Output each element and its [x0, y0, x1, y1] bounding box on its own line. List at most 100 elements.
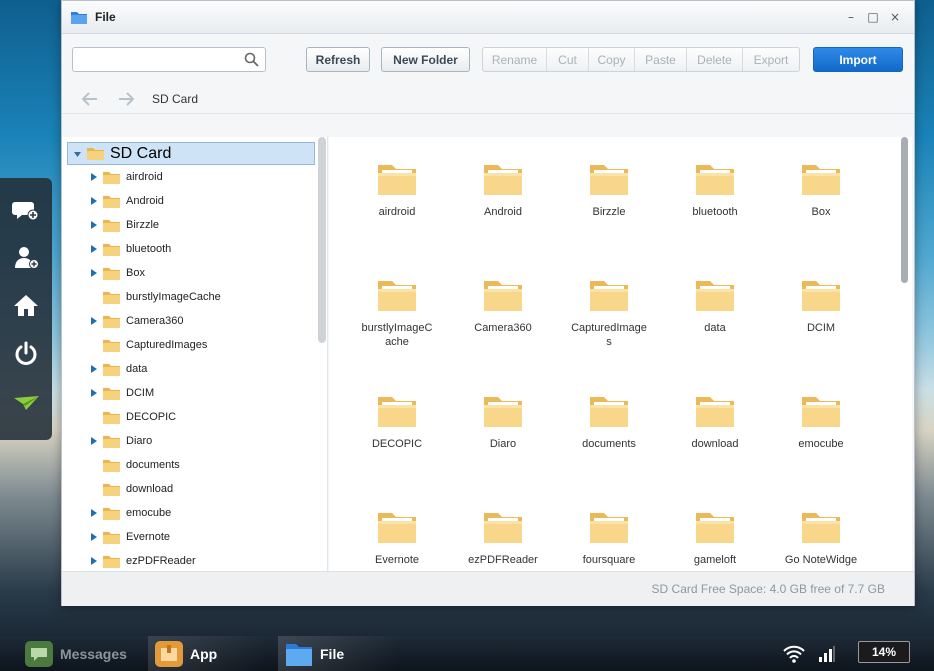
wifi-status[interactable]	[782, 636, 806, 671]
paper-plane-icon	[14, 396, 39, 410]
collapse-arrow-icon[interactable]	[72, 149, 82, 159]
folder-tile[interactable]: gameloft	[667, 505, 763, 571]
tree-item-label: Diaro	[126, 435, 153, 447]
folder-tile[interactable]: Diaro	[455, 389, 551, 499]
delete-button[interactable]: Delete	[687, 48, 743, 71]
tree-root-sd-card[interactable]: SD Card	[67, 142, 315, 165]
expand-arrow-icon[interactable]	[88, 556, 98, 566]
tree-item[interactable]: Box	[62, 261, 145, 285]
folder-tile[interactable]: Go NoteWidge	[773, 505, 869, 571]
home-button[interactable]	[6, 286, 46, 326]
search-icon[interactable]	[244, 52, 259, 67]
maximize-button[interactable]: □	[862, 10, 884, 24]
tree-item[interactable]: Diaro	[62, 429, 152, 453]
rename-button[interactable]: Rename	[483, 48, 547, 71]
close-button[interactable]: ×	[884, 10, 906, 24]
folder-icon	[590, 397, 628, 427]
tree-item[interactable]: CapturedImages	[62, 333, 207, 357]
expand-arrow-icon[interactable]	[88, 196, 98, 206]
airdroid-button[interactable]	[6, 382, 46, 422]
taskbar-messages[interactable]: Messages	[24, 636, 127, 671]
folder-tile[interactable]: download	[667, 389, 763, 499]
search-input[interactable]	[79, 47, 239, 70]
expand-arrow-icon[interactable]	[88, 220, 98, 230]
folder-icon	[103, 555, 120, 568]
battery-indicator[interactable]: 14%	[858, 641, 910, 663]
copy-button[interactable]: Copy	[589, 48, 635, 71]
folder-tile[interactable]: Camera360	[455, 273, 551, 383]
new-folder-button[interactable]: New Folder	[381, 47, 470, 72]
minimize-button[interactable]: –	[840, 10, 862, 24]
refresh-button[interactable]: Refresh	[306, 47, 370, 72]
grid-scrollbar[interactable]	[901, 137, 908, 283]
folder-tile[interactable]: data	[667, 273, 763, 383]
expand-arrow-icon[interactable]	[88, 508, 98, 518]
folder-label: burstlyImageCache	[361, 322, 433, 348]
folder-tile[interactable]: emocube	[773, 389, 869, 499]
expand-arrow-icon[interactable]	[88, 316, 98, 326]
folder-tile[interactable]: Box	[773, 157, 869, 267]
folder-label: Birzzle	[592, 206, 626, 218]
cut-button[interactable]: Cut	[547, 48, 589, 71]
folder-tile[interactable]: Evernote	[349, 505, 445, 571]
folder-tile[interactable]: DECOPIC	[349, 389, 445, 499]
folder-tile[interactable]: foursquare	[561, 505, 657, 571]
tree-item-label: Evernote	[126, 531, 171, 543]
tree-item[interactable]: data	[62, 357, 147, 381]
paste-button[interactable]: Paste	[635, 48, 687, 71]
tree-item[interactable]: download	[62, 477, 173, 501]
tree-item[interactable]: airdroid	[62, 165, 163, 189]
expand-arrow-icon[interactable]	[88, 268, 98, 278]
expand-arrow-icon[interactable]	[88, 532, 98, 542]
forward-button[interactable]	[112, 89, 140, 109]
taskbar-file[interactable]: File	[278, 636, 398, 671]
tree-item[interactable]: DCIM	[62, 381, 154, 405]
arrow-right-icon	[119, 91, 134, 106]
folder-tile[interactable]: Android	[455, 157, 551, 267]
signal-icon	[819, 645, 835, 662]
add-contact-button[interactable]	[6, 238, 46, 278]
folder-tile[interactable]: documents	[561, 389, 657, 499]
folder-tile[interactable]: CapturedImages	[561, 273, 657, 383]
tree-item[interactable]: DECOPIC	[62, 405, 176, 429]
taskbar-app[interactable]: App	[148, 636, 266, 671]
expand-arrow-icon[interactable]	[88, 388, 98, 398]
expand-arrow-icon[interactable]	[88, 244, 98, 254]
tree-item[interactable]: Birzzle	[62, 213, 159, 237]
folder-label: download	[691, 438, 739, 450]
expand-arrow-icon[interactable]	[88, 436, 98, 446]
tree-scrollbar[interactable]	[318, 137, 326, 343]
tree-item[interactable]: Android	[62, 189, 164, 213]
export-button[interactable]: Export	[743, 48, 799, 71]
tree-item-label: DECOPIC	[126, 411, 177, 423]
window-titlebar[interactable]: File – □ ×	[62, 1, 914, 34]
wifi-icon	[783, 645, 805, 663]
tree-item[interactable]: emocube	[62, 501, 171, 525]
new-message-button[interactable]	[6, 190, 46, 230]
folder-tile[interactable]: DCIM	[773, 273, 869, 383]
folder-tile[interactable]: airdroid	[349, 157, 445, 267]
breadcrumb[interactable]: SD Card	[152, 92, 198, 106]
folder-tile[interactable]: burstlyImageCache	[349, 273, 445, 383]
tree-item[interactable]: bluetooth	[62, 237, 171, 261]
power-button[interactable]	[6, 334, 46, 374]
tree-item[interactable]: documents	[62, 453, 180, 477]
folder-tile[interactable]: bluetooth	[667, 157, 763, 267]
signal-status[interactable]	[818, 636, 836, 671]
tree-item[interactable]: Evernote	[62, 525, 170, 549]
tree-item[interactable]: Camera360	[62, 309, 183, 333]
back-button[interactable]	[76, 89, 104, 109]
folder-icon	[103, 339, 120, 352]
folder-icon	[378, 281, 416, 311]
tree-item[interactable]: burstlyImageCache	[62, 285, 221, 309]
folder-label: airdroid	[378, 206, 416, 218]
import-button[interactable]: Import	[813, 47, 903, 72]
folder-icon	[802, 397, 840, 427]
tree-item[interactable]: ezPDFReader	[62, 549, 196, 571]
expand-arrow-icon[interactable]	[88, 172, 98, 182]
folder-tile[interactable]: Birzzle	[561, 157, 657, 267]
expand-arrow-icon[interactable]	[88, 364, 98, 374]
folder-tile[interactable]: ezPDFReader	[455, 505, 551, 571]
folder-icon	[378, 165, 416, 195]
